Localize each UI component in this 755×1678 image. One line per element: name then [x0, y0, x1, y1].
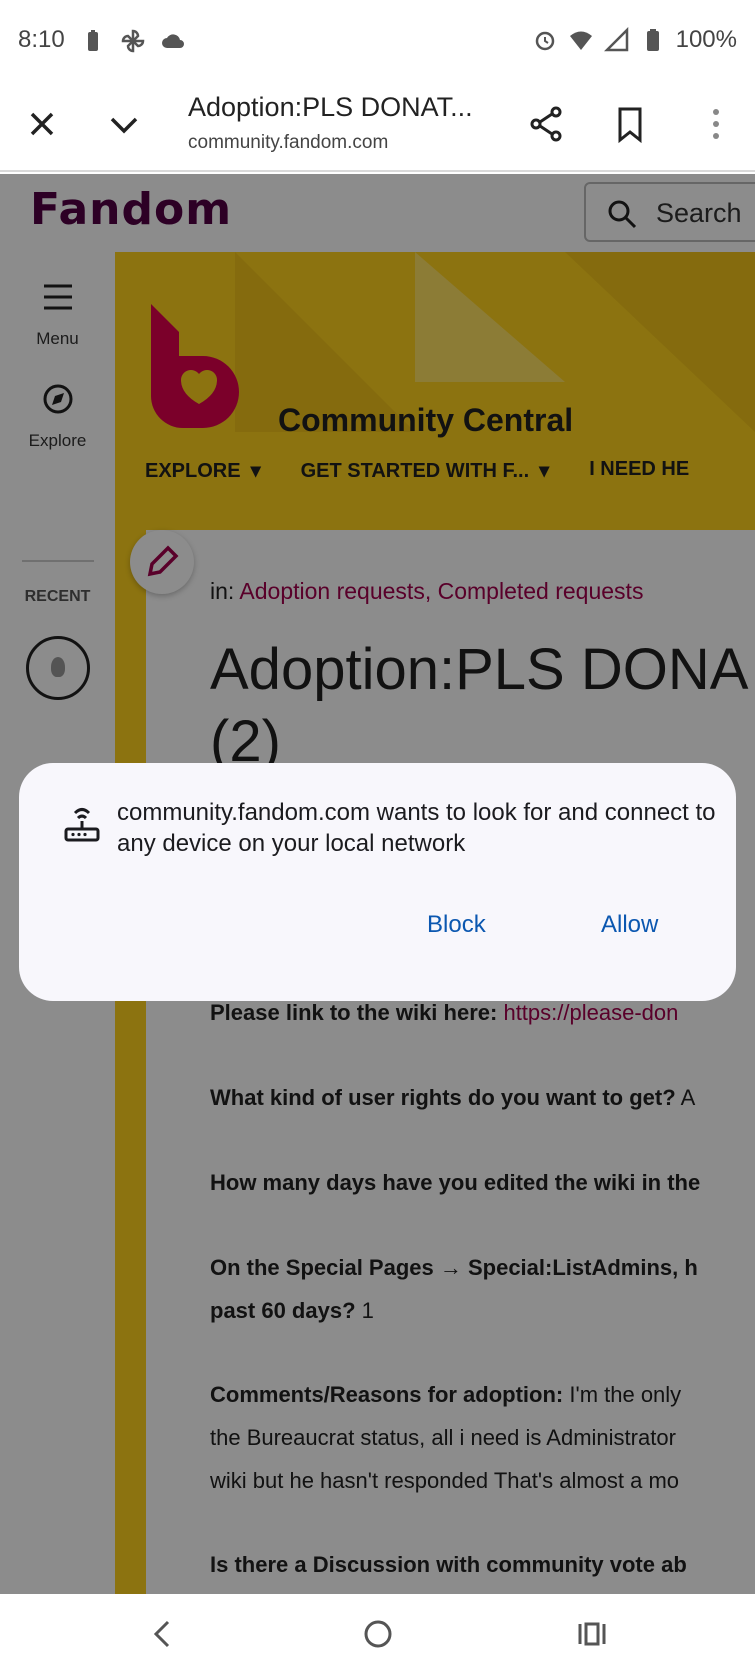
- tab-title: Adoption:PLS DONAT...: [188, 92, 473, 122]
- bookmark-icon[interactable]: [610, 104, 650, 144]
- tab-url: community.fandom.com: [188, 132, 389, 153]
- signal-icon: [603, 27, 628, 52]
- chevron-down-icon[interactable]: [104, 104, 144, 144]
- share-icon[interactable]: [526, 104, 566, 144]
- status-notification-icons: [80, 28, 186, 54]
- custom-tab-toolbar: Adoption:PLS DONAT... community.fandom.c…: [0, 86, 755, 172]
- dialog-message: community.fandom.com wants to look for a…: [117, 799, 716, 857]
- pinwheel-icon: [121, 29, 145, 53]
- permission-dialog: community.fandom.com wants to look for a…: [19, 763, 736, 1001]
- cloud-icon: [162, 34, 184, 48]
- recent-apps-icon[interactable]: [572, 1614, 612, 1654]
- block-button[interactable]: Block: [427, 911, 486, 939]
- status-system-icons: 100%: [532, 26, 737, 54]
- system-nav-bar: [0, 1594, 755, 1678]
- battery-percent: 100%: [675, 26, 737, 53]
- battery-saver-icon: [88, 30, 98, 51]
- more-vert-icon[interactable]: [696, 104, 736, 144]
- battery-icon: [646, 29, 659, 51]
- home-icon[interactable]: [358, 1614, 398, 1654]
- alarm-icon: [535, 31, 554, 51]
- allow-button[interactable]: Allow: [601, 911, 658, 939]
- status-time: 8:10: [18, 26, 65, 53]
- status-bar: 8:10 100%: [0, 0, 755, 86]
- back-icon[interactable]: [142, 1614, 182, 1654]
- wifi-icon: [569, 31, 592, 50]
- router-icon: [64, 808, 100, 842]
- close-icon[interactable]: [22, 104, 62, 144]
